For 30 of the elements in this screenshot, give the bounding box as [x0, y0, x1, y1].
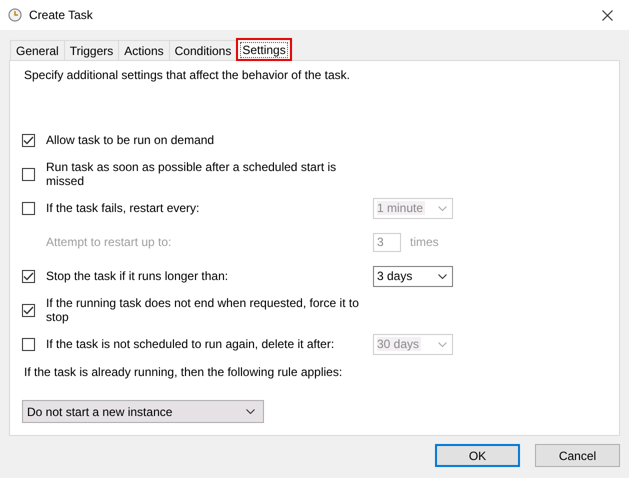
- checkbox-label: Stop the task if it runs longer than:: [46, 269, 230, 283]
- checkbox[interactable]: [22, 202, 35, 214]
- caret-icon: [246, 409, 255, 414]
- checkbox-label: If the running task does not end when requested, force it to stop: [46, 296, 360, 324]
- tab[interactable]: General: [10, 40, 65, 60]
- unit-label: times: [410, 235, 439, 249]
- checkbox-label: If the task fails, restart every:: [46, 201, 200, 215]
- tab[interactable]: Settings: [236, 38, 292, 61]
- field-label: Attempt to restart up to:: [46, 235, 172, 249]
- checkbox[interactable]: [22, 338, 35, 350]
- caret-icon: [438, 342, 447, 346]
- checkbox-label: Run task as soon as possible after a scheduled start is missed: [46, 160, 338, 188]
- close-icon[interactable]: [602, 10, 613, 20]
- checkbox[interactable]: [22, 168, 35, 180]
- cancel-button[interactable]: Cancel: [535, 444, 620, 467]
- tab[interactable]: Triggers: [64, 40, 120, 60]
- caret-icon: [438, 206, 447, 210]
- description-text: Specify additional settings that affect the behavior of the task.: [24, 68, 351, 82]
- rule-dropdown[interactable]: Do not start a new instance: [22, 400, 264, 423]
- rule-label: If the task is already running, then the following rule applies:: [24, 365, 344, 379]
- checkbox[interactable]: [22, 270, 35, 282]
- checkbox[interactable]: [22, 304, 35, 316]
- window-title: Create Task: [29, 8, 94, 22]
- clock-icon: [8, 8, 22, 22]
- checkbox-label: If the task is not scheduled to run again, delete it after:: [46, 337, 336, 351]
- caret-icon: [438, 274, 447, 278]
- dropdown[interactable]: 3 days: [373, 266, 453, 286]
- checkbox-label: Allow task to be run on demand: [46, 133, 216, 147]
- ok-button[interactable]: OK: [435, 444, 520, 467]
- checkbox[interactable]: [22, 134, 35, 146]
